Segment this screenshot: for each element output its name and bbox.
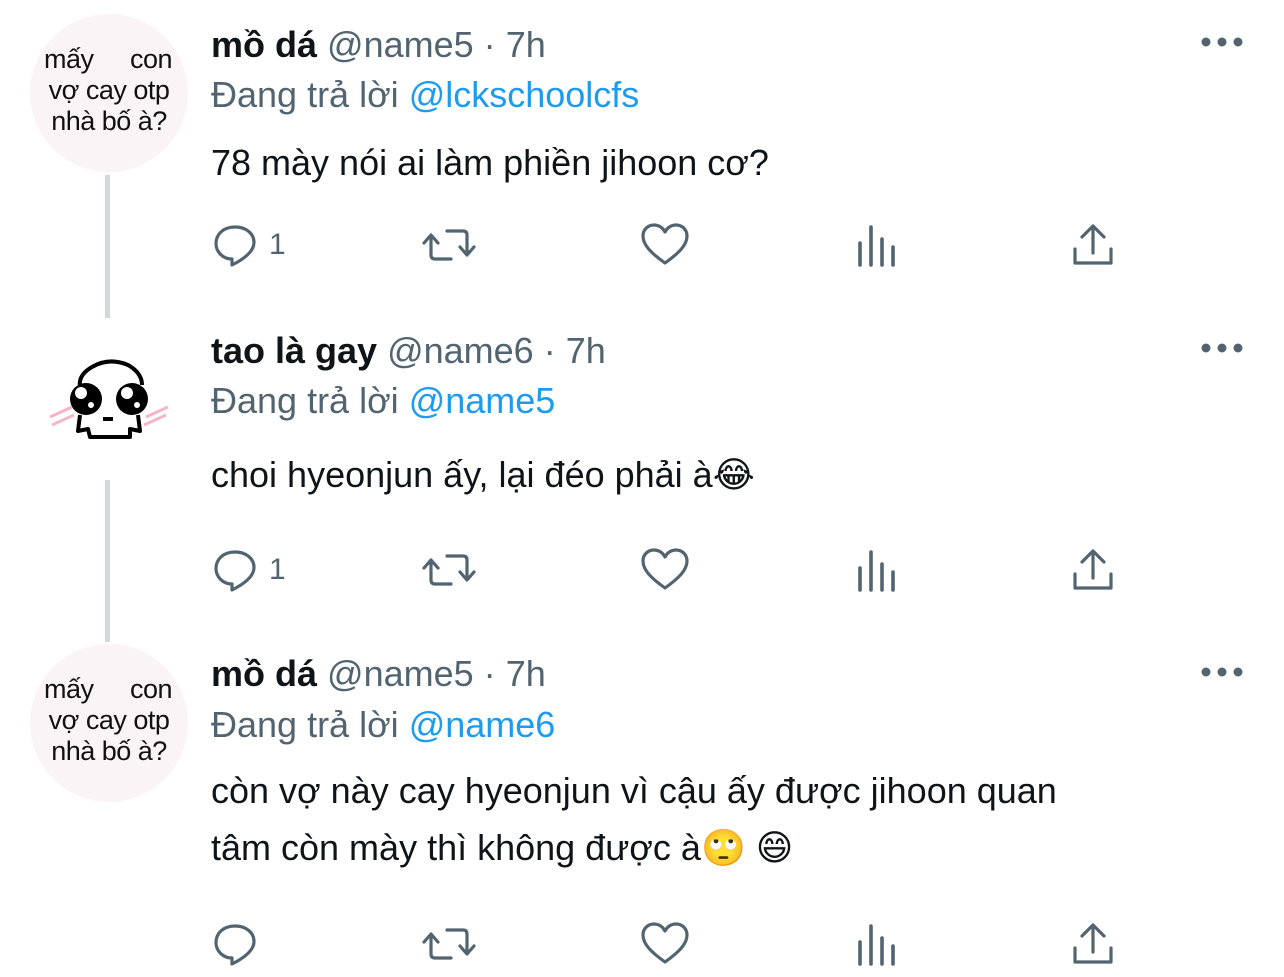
more-icon xyxy=(1201,343,1243,353)
share-button[interactable] xyxy=(1069,914,1117,974)
more-icon xyxy=(1201,37,1243,47)
separator-dot: · xyxy=(543,330,556,371)
reply-button[interactable]: 1 xyxy=(211,215,286,275)
tweet-text: 78 mày nói ai làm phiền jihoon cơ? xyxy=(211,134,1211,191)
share-icon xyxy=(1073,923,1113,964)
timestamp[interactable]: 7h xyxy=(506,24,546,65)
tweet-text: choi hyeonjun ấy, lại đéo phải à😂 xyxy=(211,446,1211,503)
timestamp[interactable]: 7h xyxy=(566,330,606,371)
thread-connector-line xyxy=(105,175,110,318)
avatar-text-line: nhà bố à? xyxy=(51,106,167,136)
retweet-button[interactable] xyxy=(421,215,477,275)
display-name[interactable]: mồ dá xyxy=(211,653,317,694)
separator-dot: · xyxy=(483,24,496,65)
pixel-art-avatar-image xyxy=(49,359,169,439)
avatar-text-line: nhà bố à? xyxy=(51,736,167,766)
like-button[interactable] xyxy=(639,914,691,974)
replying-to-label: Đang trả lời xyxy=(211,380,399,421)
retweet-icon xyxy=(422,928,476,960)
views-button[interactable] xyxy=(855,540,899,600)
reply-icon xyxy=(214,225,256,267)
reply-thread: mấy con vợ cay otp nhà bố à? mồ dá @name… xyxy=(0,0,1284,977)
retweet-button[interactable] xyxy=(421,914,477,974)
action-bar: 1 xyxy=(211,215,1131,275)
avatar-text-line: con xyxy=(129,674,173,704)
tweet[interactable]: tao là gay @name6 · 7h Đang trả lời @nam… xyxy=(0,318,1284,642)
thread-connector-line xyxy=(105,480,110,642)
mention-link[interactable]: @name5 xyxy=(409,380,556,421)
avatar-text-line: vợ cay otp xyxy=(48,705,170,735)
reply-icon xyxy=(214,924,256,966)
share-button[interactable] xyxy=(1069,540,1117,600)
user-handle[interactable]: @name6 xyxy=(387,330,534,371)
views-button[interactable] xyxy=(855,914,899,974)
mention-link[interactable]: @lckschoolcfs xyxy=(409,74,640,115)
avatar-text: mấy con vợ cay otp nhà bố à? xyxy=(30,44,188,137)
more-button[interactable] xyxy=(1200,32,1244,52)
replying-to-label: Đang trả lời xyxy=(211,74,399,115)
reply-count: 1 xyxy=(269,553,286,586)
tweet[interactable]: mấy con vợ cay otp nhà bố à? mồ dá @name… xyxy=(0,0,1284,318)
tweet-text: còn vợ này cay hyeonjun vì cậu ấy được j… xyxy=(211,762,1211,876)
action-bar xyxy=(211,914,1131,974)
more-button[interactable] xyxy=(1200,338,1244,358)
share-button[interactable] xyxy=(1069,215,1117,275)
more-icon xyxy=(1201,667,1243,677)
tweet-text-line: tâm còn mày thì không được à🙄 😄 xyxy=(211,827,794,868)
user-handle[interactable]: @name5 xyxy=(327,24,474,65)
avatar-text-line: vợ cay otp xyxy=(48,75,170,105)
display-name[interactable]: mồ dá xyxy=(211,24,317,65)
heart-icon xyxy=(641,223,689,265)
avatar-text: mấy con vợ cay otp nhà bố à? xyxy=(30,674,188,767)
views-button[interactable] xyxy=(855,215,899,275)
heart-icon xyxy=(641,922,689,964)
tweet-text-line: còn vợ này cay hyeonjun vì cậu ấy được j… xyxy=(211,770,1057,811)
avatar[interactable]: mấy con vợ cay otp nhà bố à? xyxy=(30,14,188,172)
avatar[interactable]: mấy con vợ cay otp nhà bố à? xyxy=(30,644,188,802)
views-icon xyxy=(858,924,895,966)
avatar[interactable] xyxy=(30,333,188,491)
separator-dot: · xyxy=(483,653,496,694)
user-handle[interactable]: @name5 xyxy=(327,653,474,694)
like-button[interactable] xyxy=(639,215,691,275)
share-icon xyxy=(1073,224,1113,265)
tweet-text-content: choi hyeonjun ấy, lại đéo phải à😂 xyxy=(211,454,755,495)
tweet-header: mồ dá @name5 · 7h xyxy=(211,649,546,699)
reply-button[interactable]: 1 xyxy=(211,540,286,600)
reply-icon xyxy=(214,550,256,592)
avatar-text-line: mấy xyxy=(44,44,94,74)
share-icon xyxy=(1073,549,1113,590)
retweet-button[interactable] xyxy=(421,540,477,600)
reply-button[interactable] xyxy=(211,914,269,974)
heart-icon xyxy=(641,548,689,590)
retweet-icon xyxy=(422,554,476,586)
replying-to-label: Đang trả lời xyxy=(211,704,399,745)
tweet-text-content: 78 mày nói ai làm phiền jihoon cơ? xyxy=(211,142,769,183)
avatar-text-line: mấy xyxy=(44,674,94,704)
mention-link[interactable]: @name6 xyxy=(409,704,556,745)
retweet-icon xyxy=(422,229,476,261)
avatar-text-line: con xyxy=(129,44,173,74)
replying-to: Đang trả lời @lckschoolcfs xyxy=(211,70,639,120)
views-icon xyxy=(858,225,895,267)
timestamp[interactable]: 7h xyxy=(506,653,546,694)
replying-to: Đang trả lời @name6 xyxy=(211,700,555,750)
action-bar: 1 xyxy=(211,540,1131,600)
display-name[interactable]: tao là gay xyxy=(211,330,377,371)
reply-count: 1 xyxy=(269,228,286,261)
tweet[interactable]: mấy con vợ cay otp nhà bố à? mồ dá @name… xyxy=(0,642,1284,977)
views-icon xyxy=(858,550,895,592)
tweet-header: tao là gay @name6 · 7h xyxy=(211,326,606,376)
like-button[interactable] xyxy=(639,540,691,600)
tweet-header: mồ dá @name5 · 7h xyxy=(211,20,546,70)
more-button[interactable] xyxy=(1200,662,1244,682)
replying-to: Đang trả lời @name5 xyxy=(211,376,555,426)
